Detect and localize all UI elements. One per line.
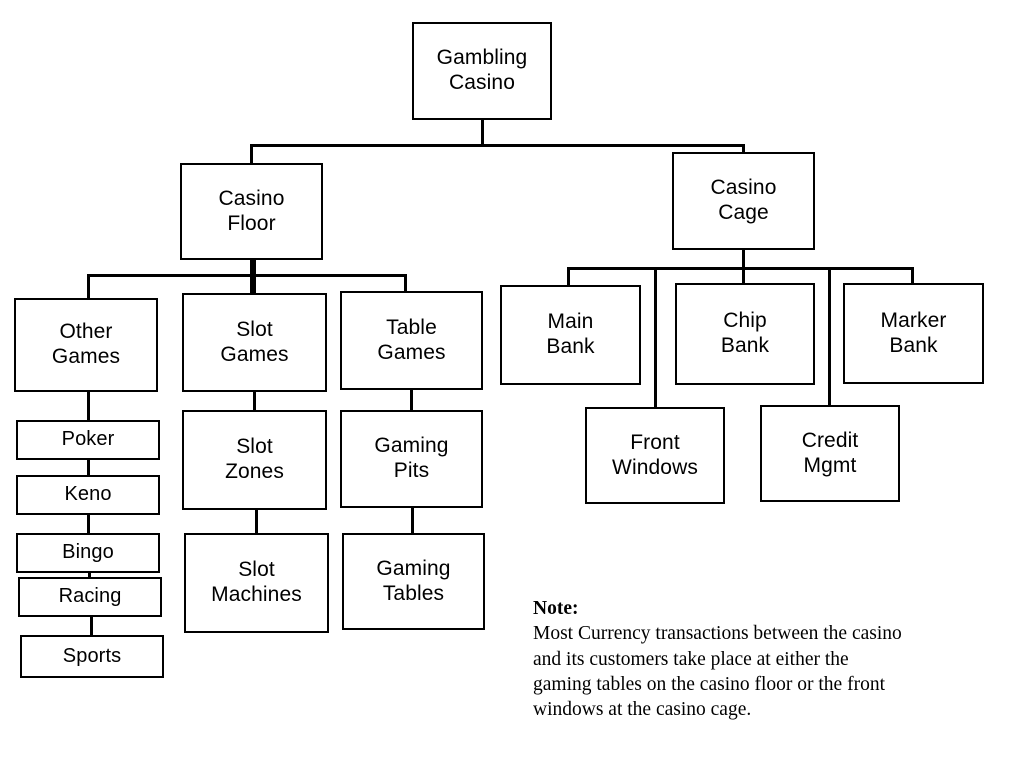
node-chip-bank[interactable]: Chip Bank bbox=[675, 283, 815, 385]
node-poker[interactable]: Poker bbox=[16, 420, 160, 460]
node-front-windows[interactable]: Front Windows bbox=[585, 407, 725, 504]
connector-slot-games-to-slot-zones bbox=[253, 390, 256, 412]
node-label-poker: Poker bbox=[61, 428, 115, 451]
org-chart-diagram: Gambling Casino Casino Floor Casino Cage… bbox=[0, 0, 1012, 760]
connector-slot-games-stem bbox=[253, 258, 256, 295]
node-label-front-windows: Front Windows bbox=[612, 430, 698, 479]
connector-cage-to-main-bank bbox=[567, 267, 570, 287]
node-label-keno: Keno bbox=[64, 483, 112, 506]
node-label-slot-zones: Slot Zones bbox=[225, 435, 284, 483]
connector-cage-to-front-windows bbox=[654, 267, 657, 409]
node-label-slot-games: Slot Games bbox=[220, 317, 289, 366]
node-casino-floor[interactable]: Casino Floor bbox=[180, 163, 323, 260]
connector-racing-to-sports bbox=[90, 615, 93, 637]
node-slot-games[interactable]: Slot Games bbox=[182, 293, 327, 392]
node-slot-machines[interactable]: Slot Machines bbox=[184, 533, 329, 633]
node-casino-cage[interactable]: Casino Cage bbox=[672, 152, 815, 250]
node-label-main-bank: Main Bank bbox=[546, 310, 595, 358]
connector-cage-to-credit-mgmt bbox=[828, 267, 831, 407]
node-label-credit-mgmt: Credit Mgmt bbox=[801, 428, 859, 477]
connector-root-bus bbox=[251, 144, 744, 147]
node-label-bingo: Bingo bbox=[62, 541, 114, 564]
node-label-sports: Sports bbox=[62, 644, 122, 667]
node-label-gambling-casino: Gambling Casino bbox=[436, 46, 528, 94]
connector-casino-floor-bus bbox=[88, 274, 406, 277]
connector-floor-to-other-games bbox=[87, 274, 90, 300]
node-label-table-games: Table Games bbox=[377, 315, 446, 364]
node-credit-mgmt[interactable]: Credit Mgmt bbox=[760, 405, 900, 502]
connector-gaming-pits-to-gaming-tables bbox=[411, 506, 414, 535]
node-gaming-tables[interactable]: Gaming Tables bbox=[342, 533, 485, 630]
node-slot-zones[interactable]: Slot Zones bbox=[182, 410, 327, 510]
node-label-chip-bank: Chip Bank bbox=[720, 309, 770, 357]
node-gaming-pits[interactable]: Gaming Pits bbox=[340, 410, 483, 508]
connector-casino-cage-bus bbox=[568, 267, 913, 270]
node-marker-bank[interactable]: Marker Bank bbox=[843, 283, 984, 384]
note-block: Note: Most Currency transactions between… bbox=[533, 596, 1003, 723]
node-keno[interactable]: Keno bbox=[16, 475, 160, 515]
connector-other-games-to-poker bbox=[87, 390, 90, 422]
node-bingo[interactable]: Bingo bbox=[16, 533, 160, 573]
node-sports[interactable]: Sports bbox=[20, 635, 164, 678]
note-heading: Note: bbox=[533, 598, 579, 619]
node-table-games[interactable]: Table Games bbox=[340, 291, 483, 390]
connector-slot-zones-to-slot-machines bbox=[255, 508, 258, 535]
node-gambling-casino[interactable]: Gambling Casino bbox=[412, 22, 552, 120]
node-label-gaming-tables: Gaming Tables bbox=[376, 556, 451, 605]
node-label-casino-cage: Casino Cage bbox=[710, 176, 777, 224]
node-label-racing: Racing bbox=[58, 585, 122, 608]
connector-root-to-casino-floor bbox=[250, 144, 253, 165]
node-label-casino-floor: Casino Floor bbox=[218, 186, 285, 235]
node-main-bank[interactable]: Main Bank bbox=[500, 285, 641, 385]
connector-table-games-to-gaming-pits bbox=[410, 388, 413, 412]
node-label-other-games: Other Games bbox=[51, 320, 121, 368]
node-label-marker-bank: Marker Bank bbox=[880, 308, 947, 357]
connector-root-stem bbox=[481, 120, 484, 146]
node-label-slot-machines: Slot Machines bbox=[211, 558, 302, 606]
node-label-gaming-pits: Gaming Pits bbox=[374, 434, 449, 482]
note-body: Most Currency transactions between the c… bbox=[533, 623, 902, 721]
node-racing[interactable]: Racing bbox=[18, 577, 162, 617]
connector-keno-to-bingo bbox=[87, 513, 90, 535]
node-other-games[interactable]: Other Games bbox=[14, 298, 158, 392]
